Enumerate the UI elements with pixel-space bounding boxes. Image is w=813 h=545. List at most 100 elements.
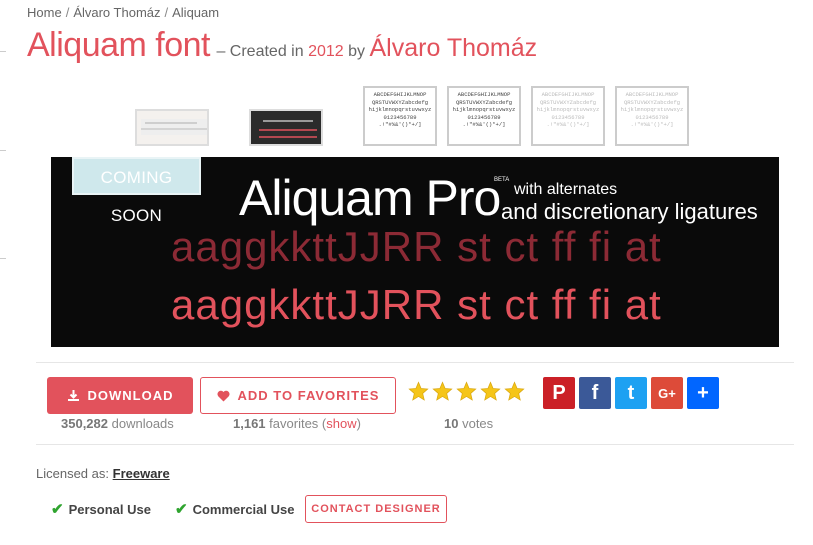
download-button[interactable]: DOWNLOAD	[47, 377, 193, 414]
breadcrumb: Home / Álvaro Thomáz / Aliquam	[27, 5, 219, 20]
designer-link[interactable]: Álvaro Thomáz	[369, 34, 537, 62]
charset-line: 0123456789	[383, 113, 417, 121]
facebook-share-button[interactable]: f	[579, 377, 611, 409]
thumbnail-preview-image	[141, 119, 207, 135]
page-edge-marker	[0, 258, 6, 259]
coming-soon-badge: COMING SOON	[72, 157, 201, 225]
downloads-word: downloads	[111, 416, 174, 431]
divider	[36, 444, 794, 445]
breadcrumb-separator: /	[164, 5, 169, 20]
charset-line: QRSTUVWXYZabcdefg	[539, 98, 597, 106]
star-icon[interactable]	[456, 381, 477, 402]
thumbnail-2[interactable]	[249, 109, 323, 146]
share-buttons: Pf t G+ +	[543, 377, 719, 409]
heart-icon	[217, 390, 230, 401]
star-icon[interactable]	[432, 381, 453, 402]
thumbnail-6[interactable]: ABCDEFGHIJKLMNOP QRSTUVWXYZabcdefg hijkl…	[615, 86, 689, 146]
favorites-word: favorites (	[269, 416, 327, 431]
contact-designer-button[interactable]: CONTACT DESIGNER	[305, 495, 447, 523]
votes-number: 10	[444, 416, 459, 431]
banner-font-name: Aliquam Pro	[239, 170, 501, 226]
twitter-share-button[interactable]: t	[615, 377, 647, 409]
thumbnail-charset: ABCDEFGHIJKLMNOP QRSTUVWXYZabcdefg hijkl…	[449, 88, 519, 132]
beta-label: BETA	[494, 177, 510, 183]
favorites-close: )	[356, 416, 361, 431]
charset-line: 0123456789	[635, 113, 669, 121]
charset-line: hijklmnopqrstuvwxyz	[620, 106, 684, 113]
by-label: by	[348, 43, 366, 60]
show-favorites-link[interactable]: show	[326, 416, 356, 431]
star-icon[interactable]	[504, 381, 525, 402]
favorites-number: 1,161	[233, 416, 266, 431]
divider	[36, 362, 794, 363]
breadcrumb-designer-link[interactable]: Álvaro Thomáz	[73, 5, 160, 20]
thumbnail-charset: ABCDEFGHIJKLMNOP QRSTUVWXYZabcdefg hijkl…	[617, 88, 687, 132]
charset-line: hijklmnopqrstuvwxyz	[536, 106, 600, 113]
download-icon	[67, 390, 79, 401]
banner-sample-outline: aaggkkttJJRR st ct ff fi at	[171, 223, 662, 270]
banner-sample-solid: aaggkkttJJRR st ct ff fi at	[171, 281, 662, 328]
votes-count: 10 votes	[444, 416, 493, 431]
star-icon[interactable]	[480, 381, 501, 402]
charset-line: .!"#%&'()*+/]	[378, 121, 422, 128]
more-icon: +	[697, 381, 709, 404]
page-edge-marker	[0, 51, 6, 52]
download-label: DOWNLOAD	[87, 388, 174, 403]
font-preview-banner: COMING SOON Aliquam Pro BETA with altern…	[51, 157, 779, 347]
license-type-link[interactable]: Freeware	[113, 466, 170, 481]
more-share-button[interactable]: +	[687, 377, 719, 409]
facebook-icon: f	[591, 381, 599, 404]
charset-line: ABCDEFGHIJKLMNOP	[457, 91, 511, 98]
created-in-label: – Created in	[216, 43, 304, 60]
favorites-label: ADD TO FAVORITES	[237, 388, 380, 403]
charset-line: QRSTUVWXYZabcdefg	[455, 98, 513, 106]
star-icon[interactable]	[408, 381, 429, 402]
pinterest-icon: P	[552, 381, 566, 404]
charset-line: ABCDEFGHIJKLMNOP	[541, 91, 595, 98]
thumbnail-5[interactable]: ABCDEFGHIJKLMNOP QRSTUVWXYZabcdefg hijkl…	[531, 86, 605, 146]
breadcrumb-current: Aliquam	[172, 5, 220, 20]
contact-designer-label: CONTACT DESIGNER	[311, 503, 441, 515]
charset-line: ABCDEFGHIJKLMNOP	[373, 91, 427, 98]
pinterest-share-button[interactable]: P	[543, 377, 575, 409]
year-link[interactable]: 2012	[308, 43, 344, 60]
banner-tagline-2: and discretionary ligatures	[501, 199, 758, 224]
personal-use-label: Personal Use	[68, 501, 151, 517]
charset-line: 0123456789	[467, 113, 501, 121]
thumbnail-preview-image	[251, 111, 321, 144]
add-to-favorites-button[interactable]: ADD TO FAVORITES	[200, 377, 396, 414]
page-edge-marker	[0, 150, 6, 151]
charset-line: hijklmnopqrstuvwxyz	[368, 106, 432, 113]
personal-use: ✔ Personal Use	[51, 500, 151, 518]
thumbnail-charset: ABCDEFGHIJKLMNOP QRSTUVWXYZabcdefg hijkl…	[365, 88, 435, 132]
google-plus-share-button[interactable]: G+	[651, 377, 683, 409]
commercial-use-label: Commercial Use	[192, 501, 295, 517]
charset-line: hijklmnopqrstuvwxyz	[452, 106, 516, 113]
banner-tagline-1: with alternates	[514, 181, 618, 198]
thumbnail-1[interactable]	[135, 109, 209, 146]
votes-word: votes	[462, 416, 494, 431]
license-prefix: Licensed as:	[36, 466, 109, 481]
page-heading: Aliquam font – Created in 2012 by Álvaro…	[27, 26, 537, 65]
charset-line: QRSTUVWXYZabcdefg	[371, 98, 429, 106]
breadcrumb-separator: /	[65, 5, 70, 20]
twitter-icon: t	[627, 381, 635, 404]
thumbnail-4[interactable]: ABCDEFGHIJKLMNOP QRSTUVWXYZabcdefg hijkl…	[447, 86, 521, 146]
rating-stars[interactable]	[408, 381, 525, 402]
google-plus-icon: G+	[658, 385, 676, 401]
charset-line: .!"#%&'()*+/]	[546, 121, 590, 128]
charset-line: .!"#%&'()*+/]	[462, 121, 506, 128]
check-icon: ✔	[175, 501, 188, 518]
commercial-use: ✔ Commercial Use	[175, 500, 294, 518]
thumbnail-3[interactable]: ABCDEFGHIJKLMNOP QRSTUVWXYZabcdefg hijkl…	[363, 86, 437, 146]
breadcrumb-home-link[interactable]: Home	[27, 5, 62, 20]
downloads-count: 350,282 downloads	[61, 416, 174, 431]
favorites-count: 1,161 favorites (show)	[233, 416, 361, 431]
title-meta: – Created in 2012 by Álvaro Thomáz	[216, 34, 537, 62]
charset-line: .!"#%&'()*+/]	[630, 121, 674, 128]
downloads-number: 350,282	[61, 416, 108, 431]
license-info: Licensed as: Freeware	[36, 466, 170, 481]
check-icon: ✔	[51, 501, 64, 518]
charset-line: QRSTUVWXYZabcdefg	[623, 98, 681, 106]
charset-line: ABCDEFGHIJKLMNOP	[625, 91, 679, 98]
